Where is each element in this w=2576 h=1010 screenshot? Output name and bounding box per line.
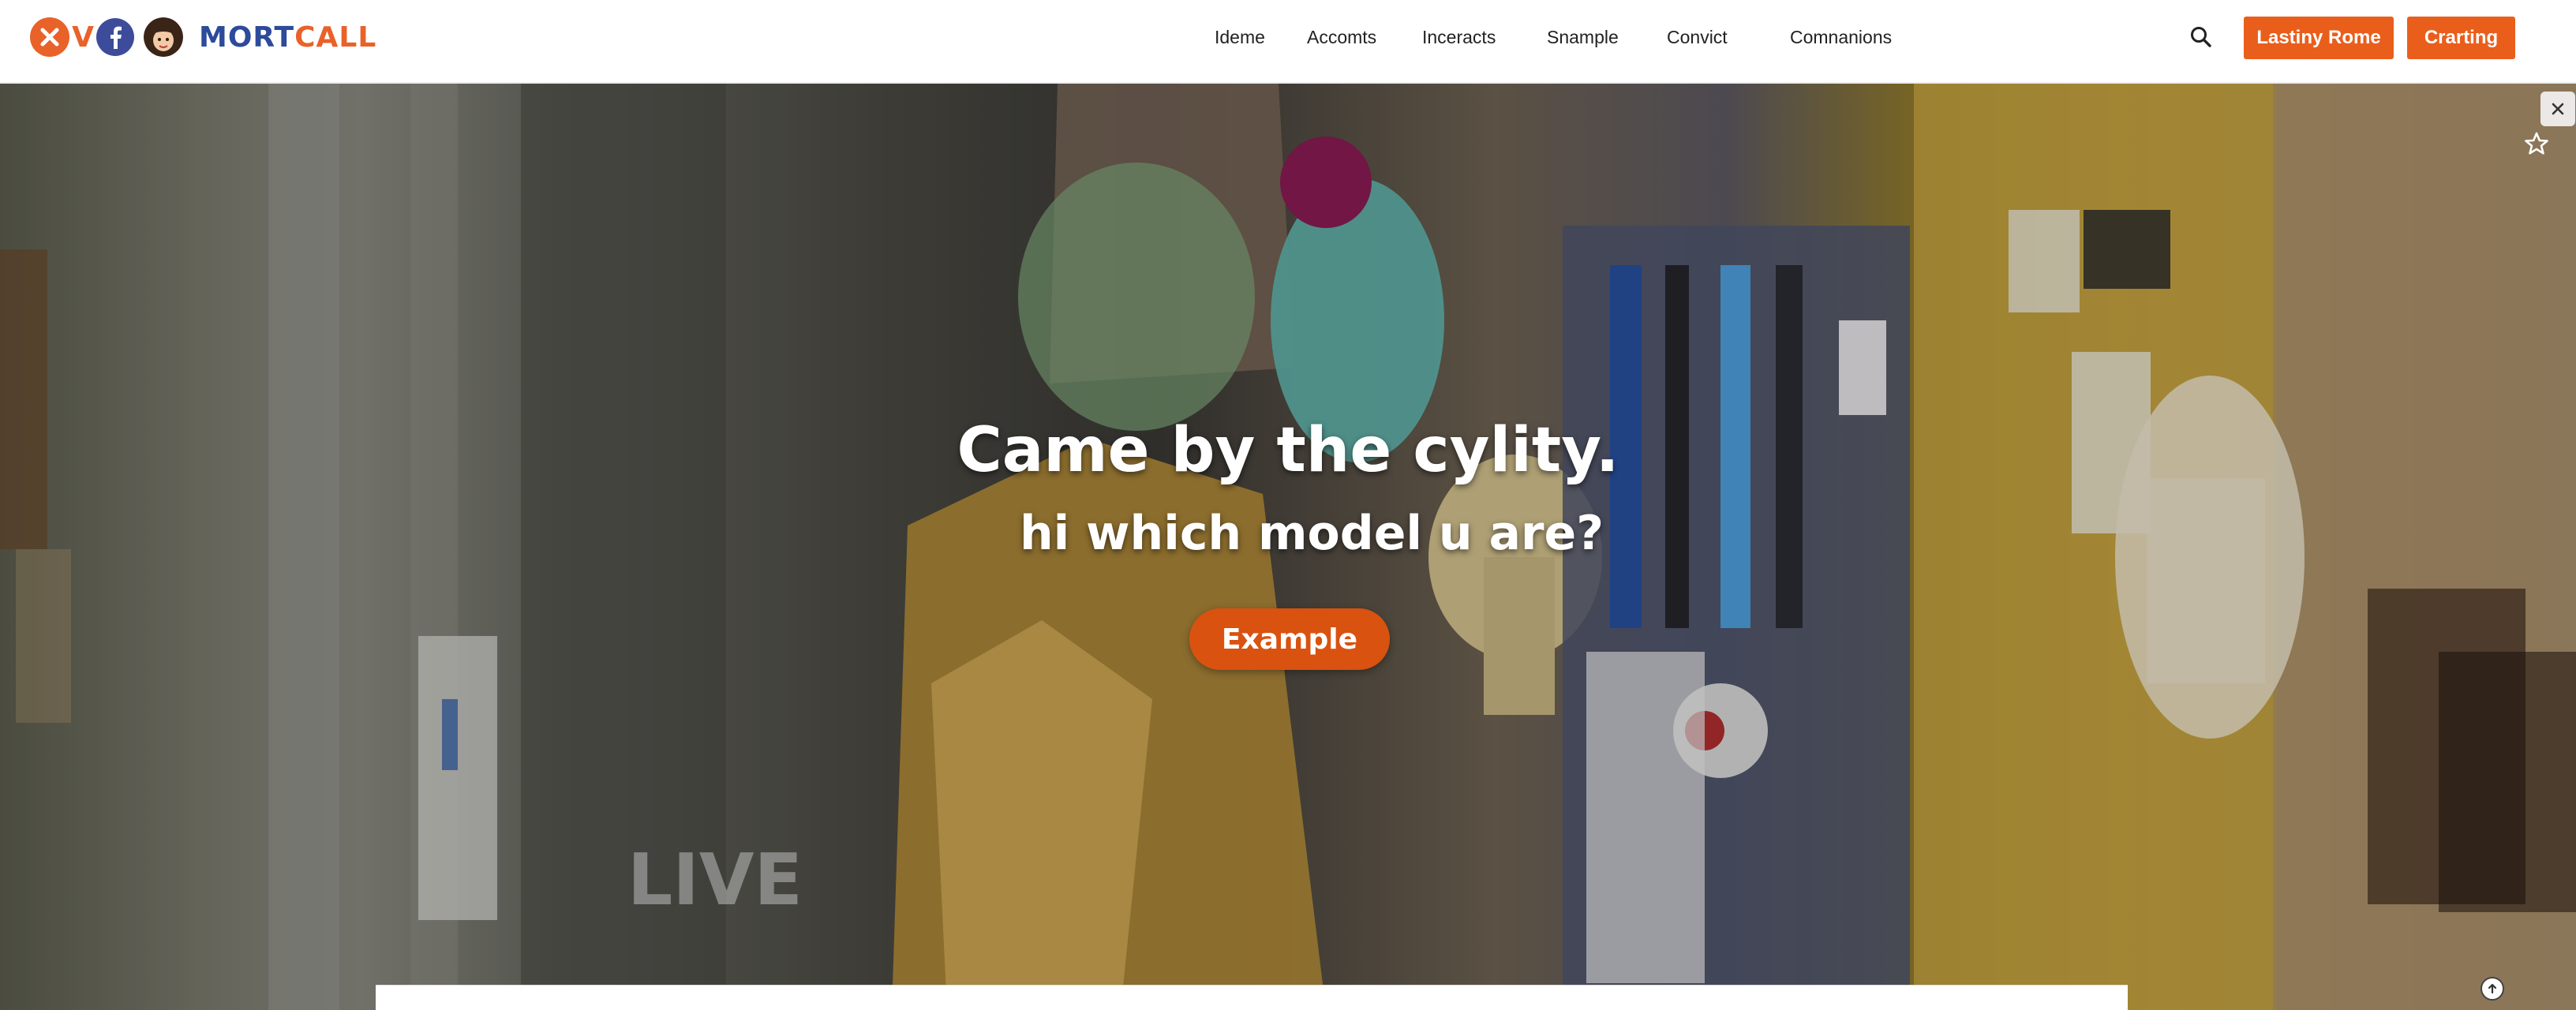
close-circle-logo-icon — [30, 17, 69, 57]
nav-item-inceracts[interactable]: Inceracts — [1422, 27, 1496, 48]
logo-group[interactable]: V MORTCALL — [30, 17, 376, 57]
facebook-icon[interactable] — [96, 18, 134, 56]
close-icon — [2552, 103, 2564, 115]
logo-v-letter: V — [72, 21, 94, 54]
nav-item-snample[interactable]: Snample — [1547, 27, 1619, 48]
hero-title: Came by the cylity. — [957, 415, 1619, 486]
avatar[interactable] — [144, 17, 183, 57]
content-panel — [376, 985, 2128, 1010]
close-button[interactable] — [2540, 92, 2575, 126]
arrow-up-icon — [2488, 983, 2497, 994]
hero-subtitle: hi which model u are? — [1019, 506, 1604, 561]
site-header: V MORTCALL Ideme Accomts Inceracts Snamp… — [0, 0, 2576, 84]
search-button[interactable] — [2186, 22, 2216, 52]
lastiny-rome-button[interactable]: Lastiny Rome — [2244, 17, 2394, 59]
brand-name-part1: MORT — [199, 21, 295, 54]
nav-item-ideme[interactable]: Ideme — [1215, 27, 1265, 48]
hero-banner: LIVE Came by the cylity. hi which model … — [0, 84, 2576, 1010]
favorite-button[interactable] — [2522, 129, 2551, 158]
nav-item-convict[interactable]: Convict — [1667, 27, 1728, 48]
brand-name-part2: CALL — [294, 21, 377, 54]
brand-name[interactable]: MORTCALL — [199, 21, 376, 54]
scroll-top-button[interactable] — [2481, 977, 2504, 1001]
nav-item-accomts[interactable]: Accomts — [1307, 27, 1376, 48]
search-icon — [2191, 27, 2211, 47]
example-button[interactable]: Example — [1189, 608, 1390, 670]
crarting-button[interactable]: Crarting — [2407, 17, 2515, 59]
nav-item-comnanions[interactable]: Comnanions — [1790, 27, 1892, 48]
star-icon — [2525, 132, 2548, 155]
